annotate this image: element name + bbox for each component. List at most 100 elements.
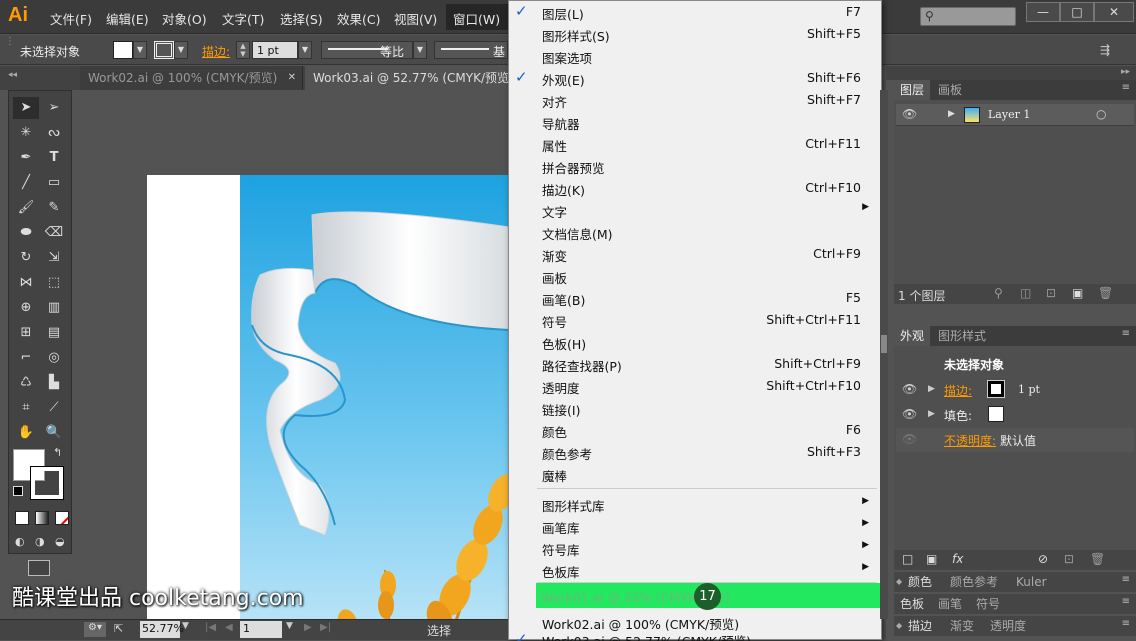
tab-graphic-styles[interactable]: 图形样式 (932, 326, 992, 346)
stroke-stepper[interactable]: ▲ ▼ (236, 41, 250, 59)
perspective-grid-tool-icon[interactable]: ▥ (41, 297, 67, 319)
new-layer-icon[interactable]: ▣ (1072, 286, 1083, 300)
next-artboard-icon[interactable]: ▶ (304, 622, 312, 633)
color-mode-icon[interactable] (15, 511, 29, 525)
menu-window[interactable]: 窗口(W) (453, 9, 500, 28)
tab-gradient[interactable]: 渐变 (944, 616, 980, 636)
clear-appearance-icon[interactable]: ⊘ (1038, 552, 1048, 566)
pen-tool-icon[interactable]: ✒ (13, 147, 39, 169)
expand-arrow-icon[interactable]: ▶ (928, 409, 935, 419)
tab-work02[interactable]: Work02.ai @ 100% (CMYK/预览) ✕ (80, 66, 303, 90)
tab-color-guide[interactable]: 颜色参考 (944, 572, 1004, 592)
zoom-tool-icon[interactable]: 🔍 (41, 422, 67, 444)
type-tool-icon[interactable]: T (41, 147, 67, 169)
menu-item-brushes[interactable]: 画笔(B) F5 (509, 287, 881, 309)
add-fill-icon[interactable]: ▣ (926, 552, 937, 566)
minimize-button[interactable]: — (1026, 2, 1060, 22)
tab-kuler[interactable]: Kuler (1010, 572, 1053, 592)
rectangle-tool-icon[interactable]: ▭ (41, 172, 67, 194)
menu-item-document-info[interactable]: 文档信息(M) (509, 221, 881, 243)
panel-menu-icon[interactable]: ≡ (1122, 328, 1130, 339)
rotate-tool-icon[interactable]: ↻ (13, 247, 39, 269)
tab-brushes[interactable]: 画笔 (932, 594, 968, 614)
menu-item-stroke[interactable]: 描边(K) Ctrl+F10 (509, 177, 881, 199)
target-circle-icon[interactable]: ○ (1096, 107, 1106, 121)
appearance-fill-row[interactable]: 👁 ▶ 填色: (896, 403, 1134, 427)
artboard-input[interactable]: 1 (240, 621, 282, 638)
stroke-swatch[interactable] (154, 41, 174, 59)
expand-arrow-icon[interactable]: ▶ (928, 384, 935, 394)
menu-item-brush-libraries[interactable]: 画笔库 ▶ (509, 515, 881, 537)
zoom-dropdown-icon[interactable]: ▼ (182, 621, 189, 631)
search-field[interactable]: ⚲ (920, 7, 1016, 26)
menu-item-attributes[interactable]: 属性 Ctrl+F11 (509, 133, 881, 155)
artboard-tool-icon[interactable]: ⌗ (13, 397, 39, 419)
swap-colors-icon[interactable]: ↰ (53, 446, 62, 459)
profile-dropdown[interactable]: ▼ (413, 41, 427, 59)
new-sublayer-icon[interactable]: ⊡ (1046, 286, 1056, 300)
stroke-swatch[interactable] (987, 380, 1005, 398)
menu-item-pattern-options[interactable]: 图案选项 (509, 45, 881, 67)
prev-artboard-icon[interactable]: ◀ (225, 622, 233, 633)
add-stroke-icon[interactable]: □ (902, 552, 913, 566)
opacity-label[interactable]: 不透明度: (944, 432, 996, 449)
appearance-stroke-row[interactable]: 👁 ▶ 描边: 1 pt (896, 378, 1134, 402)
menu-item-pathfinder[interactable]: 路径查找器(P) Shift+Ctrl+F9 (509, 353, 881, 375)
menu-item-navigator[interactable]: 导航器 (509, 111, 881, 133)
eye-icon[interactable]: 👁 (902, 107, 917, 121)
magic-wand-tool-icon[interactable]: ✳ (13, 122, 39, 144)
close-button[interactable]: ✕ (1094, 2, 1134, 22)
menu-item-links[interactable]: 链接(I) (509, 397, 881, 419)
symbol-sprayer-tool-icon[interactable]: ♺ (13, 372, 39, 394)
panel-menu-icon[interactable]: ⇶ (1100, 43, 1110, 57)
menu-select[interactable]: 选择(S) (280, 9, 323, 28)
collapse-arrows-icon[interactable]: ▸▸ (1121, 67, 1130, 77)
panel-menu-icon[interactable]: ≡ (1122, 82, 1130, 93)
draw-inside-icon[interactable]: ◒ (55, 535, 71, 549)
shape-builder-tool-icon[interactable]: ⊕ (13, 297, 39, 319)
menu-edit[interactable]: 编辑(E) (106, 9, 149, 28)
share-icon[interactable]: ⇱ (114, 622, 123, 635)
lasso-tool-icon[interactable]: ᔓ (41, 122, 67, 144)
panel-menu-icon[interactable]: ≡ (1122, 596, 1130, 607)
draw-normal-icon[interactable]: ◐ (15, 535, 31, 549)
gradient-tool-icon[interactable]: ▤ (41, 322, 67, 344)
maximize-button[interactable]: □ (1060, 2, 1094, 22)
menu-item-symbols[interactable]: 符号 Shift+Ctrl+F11 (509, 309, 881, 331)
tab-stroke[interactable]: 描边 (902, 616, 938, 636)
stroke-color-swatch[interactable] (30, 466, 64, 500)
menu-item-graphic-style-libraries[interactable]: 图形样式库 ▶ (509, 493, 881, 515)
stroke-label[interactable]: 描边: (202, 43, 230, 60)
menu-item-gradient[interactable]: 渐变 Ctrl+F9 (509, 243, 881, 265)
selection-tool-icon[interactable]: ➤ (13, 97, 39, 119)
artboard-dropdown-icon[interactable]: ▼ (286, 621, 293, 631)
tab-appearance[interactable]: 外观 (894, 326, 931, 346)
last-artboard-icon[interactable]: ▶| (320, 622, 331, 633)
scale-tool-icon[interactable]: ⇲ (41, 247, 67, 269)
first-artboard-icon[interactable]: |◀ (205, 622, 216, 633)
menu-item-magic-wand[interactable]: 魔棒 (509, 463, 881, 485)
line-tool-icon[interactable]: ╱ (13, 172, 39, 194)
fx-icon[interactable]: fx (952, 552, 963, 566)
menu-item-flattener-preview[interactable]: 拼合器预览 (509, 155, 881, 177)
draw-behind-icon[interactable]: ◑ (35, 535, 51, 549)
close-icon[interactable]: ✕ (288, 66, 296, 90)
menu-item-color[interactable]: 颜色 F6 (509, 419, 881, 441)
blend-tool-icon[interactable]: ◎ (41, 347, 67, 369)
variable-width-profile[interactable]: 等比 (321, 41, 413, 59)
tab-swatches[interactable]: 色板 (894, 594, 930, 614)
menu-item-align[interactable]: 对齐 Shift+F7 (509, 89, 881, 111)
menu-item-layers[interactable]: ✓ 图层(L) F7 (509, 1, 881, 23)
tab-color[interactable]: 颜色 (902, 572, 938, 592)
hand-tool-icon[interactable]: ✋ (13, 422, 39, 444)
menu-item-doc-work02[interactable]: Work02.ai @ 100% (CMYK/预览) (509, 611, 881, 633)
tab-transparency[interactable]: 透明度 (984, 616, 1032, 636)
tab-symbols[interactable]: 符号 (970, 594, 1006, 614)
brush-definition[interactable]: 基 (434, 41, 508, 59)
stroke-weight-dropdown[interactable]: ▼ (298, 41, 312, 59)
menu-view[interactable]: 视图(V) (394, 9, 437, 28)
locate-object-icon[interactable]: ⚲ (994, 286, 1003, 300)
menu-type[interactable]: 文字(T) (222, 9, 264, 28)
eye-icon[interactable]: 👁 (902, 382, 917, 396)
clipping-mask-icon[interactable]: ◫ (1020, 286, 1031, 300)
